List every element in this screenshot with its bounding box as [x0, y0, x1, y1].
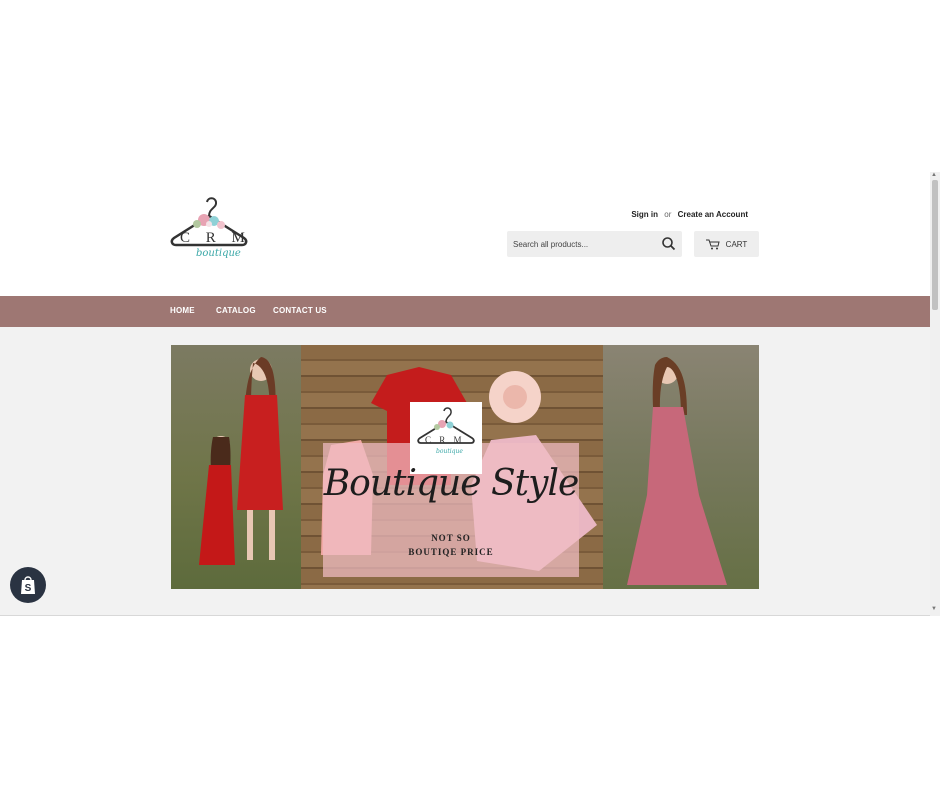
logo-script-text: boutique	[196, 248, 241, 259]
hero-subtitle-line2: BOUTIQE PRICE	[408, 547, 494, 557]
nav-item-home[interactable]: HOME	[170, 306, 195, 315]
scroll-up-arrow-icon[interactable]: ▲	[931, 172, 937, 178]
site-header: C R M boutique Sign in or Create an Acco…	[0, 172, 930, 296]
hero-logo-script: boutique	[436, 448, 463, 455]
search-input[interactable]	[507, 231, 663, 257]
scrollbar-thumb[interactable]	[932, 180, 938, 310]
search-button[interactable]	[660, 235, 678, 253]
sign-in-link[interactable]: Sign in	[631, 210, 658, 219]
bottom-divider	[0, 615, 930, 616]
cart-icon	[705, 239, 720, 249]
cart-label: CART	[725, 239, 748, 249]
hero-banner[interactable]: C R M boutique Boutique Style NOT SO BOU…	[171, 345, 759, 589]
main-nav: HOME CATALOG CONTACT US	[0, 296, 930, 327]
hero-subtitle-line1: NOT SO	[431, 533, 471, 543]
or-separator: or	[664, 210, 672, 219]
search-form	[507, 231, 682, 257]
hero-photo-mother-daughter	[171, 345, 301, 589]
svg-text:S: S	[25, 583, 32, 594]
hero-title: Boutique Style	[323, 463, 580, 504]
page-viewport: C R M boutique Sign in or Create an Acco…	[0, 172, 940, 616]
hero-subtitle: NOT SO BOUTIQE PRICE	[323, 531, 579, 559]
search-icon	[662, 237, 676, 251]
shopify-badge[interactable]: S	[10, 567, 46, 603]
hero-photo-woman-maxi-dress	[603, 345, 759, 589]
create-account-link[interactable]: Create an Account	[678, 210, 748, 219]
cart-button[interactable]: CART	[694, 231, 759, 257]
logo-wordmark: C R M	[180, 230, 251, 246]
hero-logo-wordmark: C R M	[425, 435, 465, 445]
nav-item-catalog[interactable]: CATALOG	[216, 306, 256, 315]
nav-item-contact-us[interactable]: CONTACT US	[273, 306, 327, 315]
scroll-down-arrow-icon[interactable]: ▼	[931, 606, 937, 612]
account-links: Sign in or Create an Account	[631, 210, 748, 219]
shopify-bag-icon: S	[21, 576, 35, 594]
